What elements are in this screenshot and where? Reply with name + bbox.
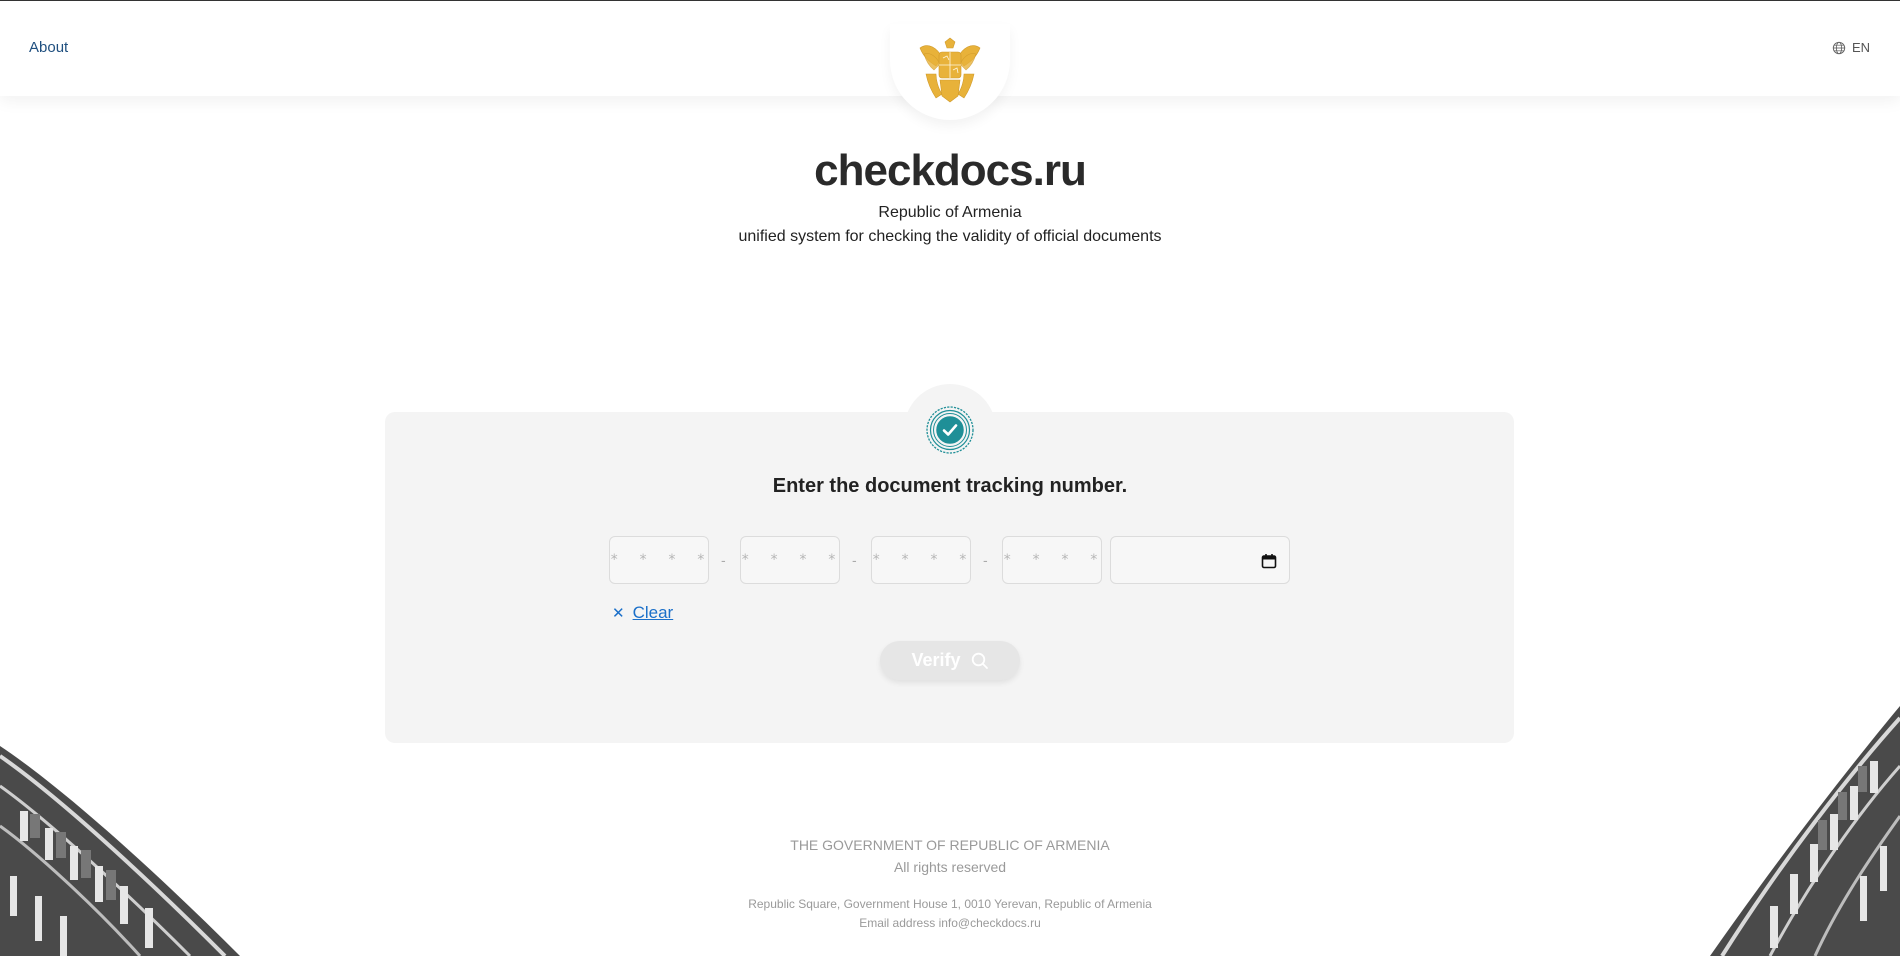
segment-separator: - [721, 552, 726, 568]
language-switcher[interactable]: EN [1832, 40, 1870, 55]
tracking-number-segment-1[interactable] [609, 536, 709, 584]
tracking-number-segment-3[interactable] [871, 536, 971, 584]
footer-rights: All rights reserved [893, 859, 1007, 875]
footer-government: THE GOVERNMENT OF REPUBLIC OF ARMENIA [790, 837, 1110, 853]
subtitle-country: Republic of Armenia [878, 204, 1022, 221]
clear-label: Clear [632, 603, 674, 622]
calendar-icon[interactable] [1261, 553, 1277, 569]
globe-icon [1832, 41, 1846, 54]
footer-address: Republic Square, Government House 1, 001… [748, 897, 1152, 911]
tracking-number-segment-4[interactable] [1002, 536, 1102, 584]
search-icon [971, 652, 988, 669]
subtitle-description: unified system for checking the validity… [738, 228, 1162, 245]
language-label: EN [1851, 40, 1870, 55]
form-heading: Enter the document tracking number. [772, 475, 1128, 497]
verify-label: Verify [911, 650, 961, 670]
tracking-number-segment-2[interactable] [740, 536, 840, 584]
verify-button[interactable]: Verify [880, 641, 1020, 680]
about-link[interactable]: About [29, 39, 68, 56]
date-field[interactable] [1110, 536, 1290, 584]
segment-separator: - [852, 552, 857, 568]
close-icon: ✕ [612, 605, 625, 622]
verified-seal-icon [926, 406, 974, 454]
footer-email: Email address info@checkdocs.ru [859, 916, 1041, 930]
armenia-coat-of-arms-icon[interactable] [914, 34, 986, 106]
badge-container [904, 384, 996, 476]
clear-button[interactable]: ✕ Clear [612, 603, 673, 623]
site-title: checkdocs.ru [814, 146, 1087, 195]
emblem-container [890, 24, 1010, 120]
segment-separator: - [983, 552, 988, 568]
